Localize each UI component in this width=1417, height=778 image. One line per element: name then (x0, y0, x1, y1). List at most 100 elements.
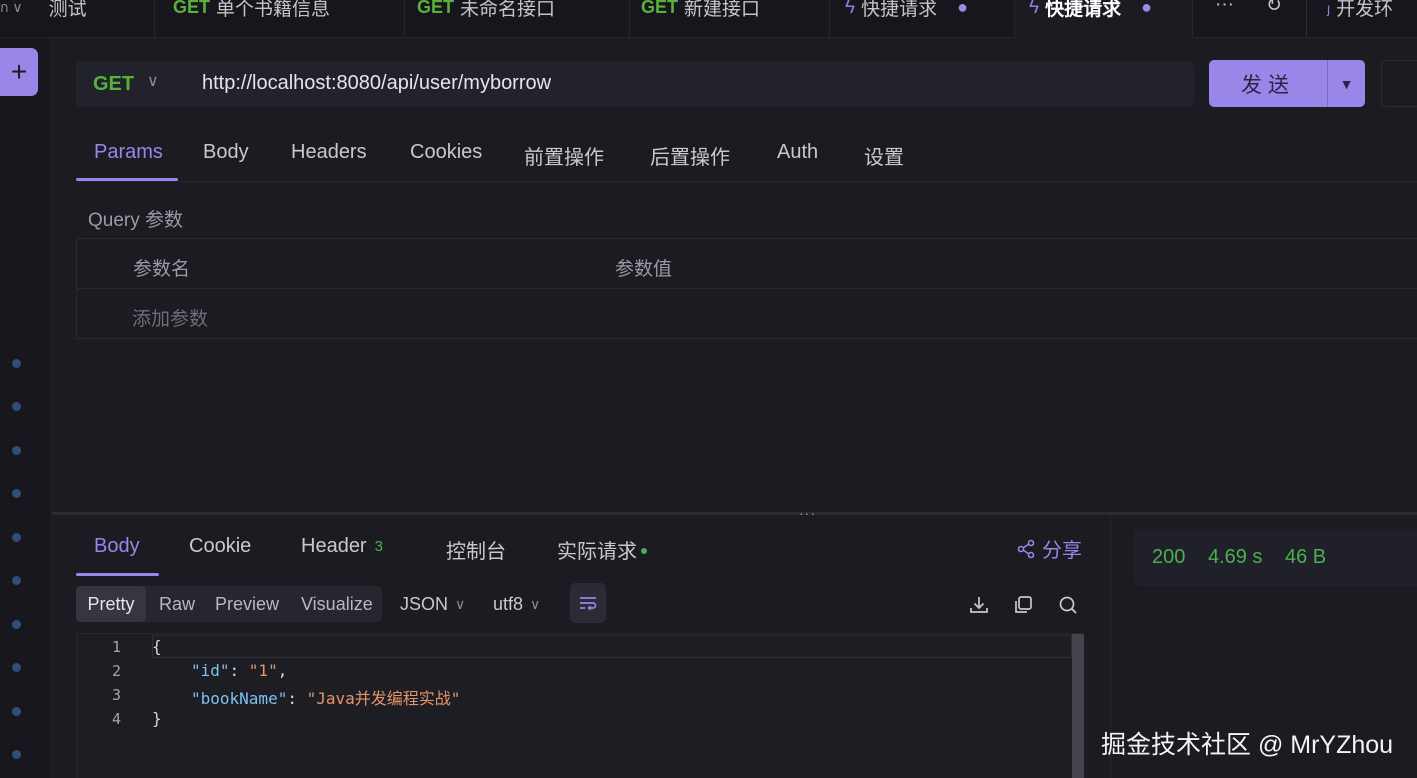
tab-post-request[interactable]: 后置操作 (650, 141, 730, 170)
refresh-icon: ↻ (1266, 0, 1282, 16)
environment-icon: ȷ (1327, 0, 1331, 16)
sidebar-dot[interactable] (12, 489, 21, 498)
tab-method: GET (417, 0, 455, 17)
tab-test[interactable]: ก ∨ 测试 (0, 0, 155, 38)
current-line-highlight (152, 635, 1072, 658)
active-tab-indicator (76, 573, 159, 576)
tab-quick-request-active[interactable]: ϟ 快捷请求 ● (1015, 0, 1193, 38)
tab-label: 测试 (48, 0, 87, 20)
encoding-select[interactable]: utf8 ∨ (493, 594, 540, 615)
params-table: 参数名 参数值 添加参数 (76, 238, 1417, 339)
wrap-lines-button[interactable] (570, 583, 606, 623)
code-line: "id": "1", (191, 661, 288, 680)
watermark: 掘金技术社区 @ MrYZhou (1101, 731, 1394, 759)
code-line: "bookName": "Java并发编程实战" (191, 689, 461, 708)
tab-response-body[interactable]: Body (94, 535, 140, 558)
params-table-header: 参数名 参数值 (77, 239, 1417, 289)
tab-settings[interactable]: 设置 (864, 141, 904, 170)
bolt-icon: ϟ (1029, 0, 1040, 18)
download-icon[interactable] (968, 594, 990, 616)
chevron-down-icon[interactable]: ∨ (147, 71, 159, 91)
response-time: 4.69 s (1207, 546, 1263, 568)
bolt-icon: ϟ (845, 0, 856, 18)
send-options-button[interactable]: ▼ (1327, 60, 1365, 107)
tab-headers[interactable]: Headers (291, 141, 367, 164)
search-icon[interactable] (1057, 594, 1079, 616)
left-sidebar: + (0, 38, 52, 778)
status-dot-icon (641, 547, 647, 554)
encoding-label: utf8 (493, 594, 524, 614)
url-input[interactable]: http://localhost:8080/api/user/myborrow (202, 72, 551, 95)
format-select[interactable]: JSON ∨ (400, 594, 465, 615)
sidebar-dot[interactable] (12, 402, 21, 411)
tab-response-cookie[interactable]: Cookie (189, 535, 251, 558)
line-number: 1 (111, 638, 121, 656)
view-visualize-button[interactable]: Visualize (301, 586, 373, 622)
refresh-button[interactable]: ↻ (1253, 0, 1297, 38)
save-button[interactable] (1381, 60, 1417, 107)
chevron-down-icon: ก ∨ (0, 0, 23, 15)
sidebar-dot[interactable] (12, 446, 21, 455)
tab-params[interactable]: Params (94, 141, 163, 164)
vertical-scrollbar[interactable] (1072, 634, 1084, 778)
tab-quick-request[interactable]: ϟ 快捷请求 ● (830, 0, 1015, 38)
json-key: "bookName" (191, 689, 288, 708)
tab-label: 未命名接口 (460, 0, 556, 20)
send-button[interactable]: 发送 (1209, 60, 1327, 107)
response-status-panel: 200 4.69 s 46 B (1134, 529, 1417, 586)
view-raw-button[interactable]: Raw (159, 586, 195, 622)
method-select[interactable]: GET (93, 73, 134, 96)
share-button[interactable]: 分享 (1016, 534, 1082, 563)
view-preview-button[interactable]: Preview (215, 586, 279, 622)
add-param-input[interactable]: 添加参数 (132, 304, 208, 331)
active-tab-indicator (76, 178, 178, 181)
tab-body[interactable]: Body (203, 141, 249, 164)
sidebar-dot[interactable] (12, 620, 21, 629)
tab-unnamed[interactable]: GET 未命名接口 (405, 0, 630, 38)
sidebar-dot[interactable] (12, 359, 21, 368)
json-value: "1" (248, 661, 278, 680)
tab-label: 单个书籍信息 (216, 0, 331, 20)
view-pretty-button[interactable]: Pretty (76, 586, 146, 622)
sidebar-dot[interactable] (12, 576, 21, 585)
sidebar-dot[interactable] (12, 663, 21, 672)
status-line: 200 4.69 s 46 B (1152, 546, 1343, 569)
tab-label: 新建接口 (684, 0, 761, 20)
tab-pre-request[interactable]: 前置操作 (524, 141, 604, 170)
tab-actual-request[interactable]: 实际请求 (557, 535, 647, 564)
tab-single-book[interactable]: GET 单个书籍信息 (155, 0, 405, 38)
environment-label: 开发环 (1336, 0, 1394, 20)
tab-label: 快捷请求 (861, 0, 938, 20)
request-url-bar: GET ∨ http://localhost:8080/api/user/myb… (76, 61, 1194, 107)
code-line: { (152, 637, 162, 656)
tab-label: 快捷请求 (1045, 0, 1122, 20)
tab-response-header[interactable]: Header 3 (301, 535, 383, 558)
tab-bar: ก ∨ 测试 GET 单个书籍信息 GET 未命名接口 GET 新建接口 ϟ 快… (0, 0, 1417, 38)
line-number: 4 (111, 710, 121, 728)
tab-method: GET (173, 0, 211, 17)
drag-handle-icon[interactable]: ··· (799, 505, 816, 521)
pane-splitter[interactable] (52, 512, 1417, 515)
request-tabs: Params Body Headers Cookies 前置操作 后置操作 Au… (76, 130, 1417, 182)
column-header-value: 参数值 (615, 259, 673, 280)
tab-new-api[interactable]: GET 新建接口 (630, 0, 830, 38)
response-body-editor[interactable]: 1 2 3 4 { "id": "1", "bookName": "Java并发… (76, 633, 1084, 778)
view-mode-group: Pretty Raw Preview Visualize (76, 586, 382, 622)
query-params-title: Query 参数 (88, 210, 184, 231)
copy-icon[interactable] (1012, 594, 1034, 616)
sidebar-dot[interactable] (12, 533, 21, 542)
sidebar-dot[interactable] (12, 707, 21, 716)
json-value: "Java并发编程实战" (306, 689, 461, 708)
tab-console[interactable]: 控制台 (446, 535, 506, 564)
more-tabs-button[interactable]: ··· (1193, 0, 1253, 38)
status-code: 200 (1152, 546, 1186, 568)
tab-label: Header (301, 535, 367, 557)
add-button[interactable]: + (0, 48, 38, 96)
tab-cookies[interactable]: Cookies (410, 141, 482, 164)
environment-select[interactable]: ȷ 开发环 (1306, 0, 1417, 38)
sidebar-dot[interactable] (12, 750, 21, 759)
header-count-badge: 3 (374, 538, 383, 555)
tab-auth[interactable]: Auth (777, 141, 818, 164)
chevron-down-icon: ∨ (530, 596, 541, 612)
code-line: } (152, 709, 162, 728)
